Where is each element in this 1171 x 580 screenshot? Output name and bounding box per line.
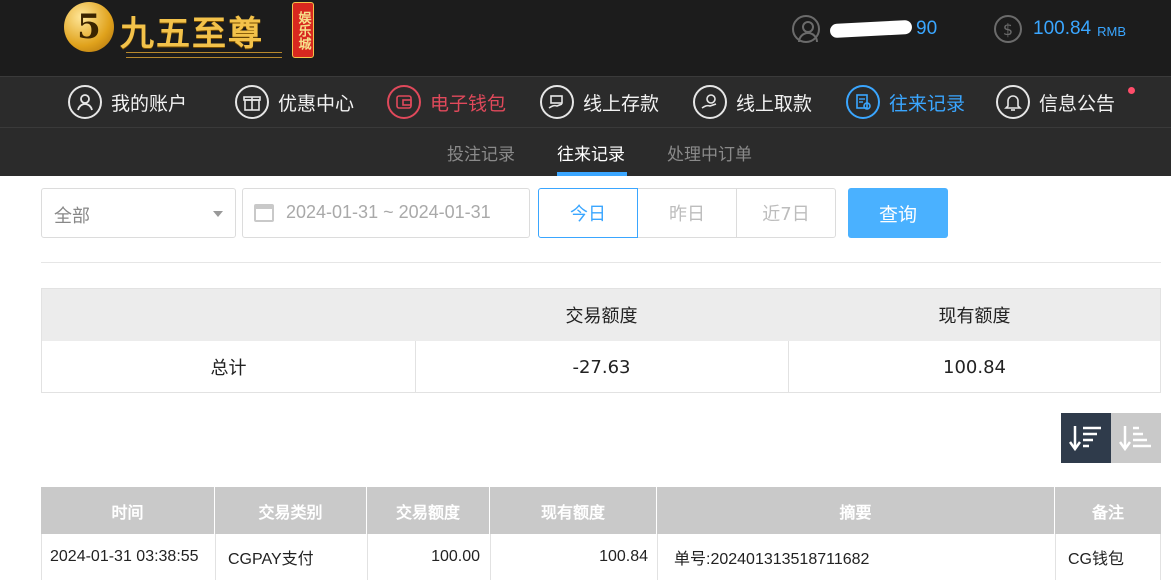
logo-text: 九五至尊 — [120, 14, 264, 54]
cell-remarks: CG钱包 — [1068, 551, 1125, 568]
nav-label: 线上取款 — [736, 92, 813, 115]
tab-bet-records[interactable]: 投注记录 — [447, 140, 515, 165]
balance-currency: RMB — [1097, 23, 1127, 39]
col-type: 交易类别 — [258, 502, 323, 522]
records-table-header: 时间 交易类别 交易额度 现有额度 摘要 备注 — [41, 487, 1161, 534]
nav-label: 线上存款 — [583, 92, 660, 115]
user-account[interactable]: 90 — [792, 14, 937, 44]
logo-badge: 娱乐城 — [292, 2, 314, 58]
select-value: 全部 — [54, 206, 90, 227]
col-remarks: 备注 — [1091, 502, 1124, 522]
sub-tabs: 投注记录 往来记录 处理中订单 — [0, 128, 1171, 176]
divider — [41, 262, 1161, 263]
date-range-value: 2024-01-31 ~ 2024-01-31 — [286, 202, 491, 222]
user-icon — [68, 85, 102, 119]
user-icon — [792, 15, 820, 43]
nav-label: 往来记录 — [889, 92, 966, 115]
nav-announcements[interactable]: 信息公告 — [996, 85, 1115, 119]
col-time: 时间 — [111, 502, 144, 522]
quick-7days-button[interactable]: 近7日 — [736, 188, 836, 238]
nav-label: 信息公告 — [1039, 92, 1116, 115]
col-amount: 交易额度 — [395, 502, 460, 522]
summary-col-amount: 交易额度 — [565, 306, 638, 327]
nav-label: 我的账户 — [111, 92, 188, 115]
top-header: 5 九五至尊 娱乐城 90 $ 100.84 RMB — [0, 0, 1171, 76]
calendar-icon — [254, 204, 274, 222]
nav-label: 优惠中心 — [278, 92, 355, 115]
main-nav: 我的账户 优惠中心 电子钱包 线上存款 线上取款 往来记录 信息公告 — [0, 76, 1171, 128]
chevron-down-icon — [213, 211, 223, 217]
nav-online-deposit[interactable]: 线上存款 — [540, 85, 659, 119]
withdraw-icon — [693, 85, 727, 119]
sort-asc-icon — [1119, 426, 1151, 452]
quick-today-button[interactable]: 今日 — [538, 188, 638, 238]
table-row[interactable]: 2024-01-31 03:38:55 CGPAY支付 100.00 100.8… — [41, 534, 1161, 580]
nav-label: 电子钱包 — [430, 92, 507, 115]
nav-online-withdraw[interactable]: 线上取款 — [693, 85, 812, 119]
nav-transaction-records[interactable]: 往来记录 — [846, 85, 965, 119]
cell-amount: 100.00 — [431, 548, 480, 565]
transaction-type-select[interactable]: 全部 — [41, 188, 236, 238]
cell-divider — [657, 534, 658, 580]
tab-transaction-records[interactable]: 往来记录 — [557, 140, 625, 165]
balance-display: $ 100.84 RMB — [994, 14, 1126, 44]
logo-mark: 5 — [64, 2, 114, 52]
summary-total-balance: 100.84 — [943, 356, 1006, 378]
logo-ornament — [126, 52, 282, 58]
nav-e-wallet[interactable]: 电子钱包 — [387, 85, 506, 119]
notification-dot — [1128, 87, 1135, 94]
records-icon — [846, 85, 880, 119]
cell-divider — [1055, 534, 1056, 580]
col-balance: 现有额度 — [540, 502, 605, 522]
col-summary: 摘要 — [839, 502, 872, 522]
cell-type: CGPAY支付 — [228, 551, 314, 568]
cell-divider — [215, 534, 216, 580]
wallet-icon — [387, 85, 421, 119]
sort-desc-icon — [1069, 426, 1101, 452]
sort-ascending-button[interactable] — [1111, 413, 1161, 463]
cell-summary: 单号:20240131351871168​2 — [674, 551, 870, 568]
bell-icon — [996, 85, 1030, 119]
summary-table: 交易额度 现有额度 总计 -27.63 100.84 — [41, 288, 1161, 393]
summary-total-amount: -27.63 — [572, 356, 631, 378]
balance-amount: 100.84 — [1033, 18, 1092, 39]
gift-icon — [235, 85, 269, 119]
deposit-icon — [540, 85, 574, 119]
summary-col-balance: 现有额度 — [938, 306, 1011, 327]
cell-balance: 100.84 — [599, 548, 648, 565]
site-logo[interactable]: 5 九五至尊 娱乐城 — [62, 0, 318, 64]
active-tab-indicator — [557, 172, 627, 176]
nav-my-account[interactable]: 我的账户 — [68, 85, 187, 119]
nav-promotions[interactable]: 优惠中心 — [235, 85, 354, 119]
quick-yesterday-button[interactable]: 昨日 — [637, 188, 737, 238]
search-button[interactable]: 查询 — [848, 188, 948, 238]
dollar-icon: $ — [994, 15, 1022, 43]
sort-descending-button[interactable] — [1061, 413, 1111, 463]
tab-pending-orders[interactable]: 处理中订单 — [667, 140, 752, 165]
date-range-picker[interactable]: 2024-01-31 ~ 2024-01-31 — [242, 188, 530, 238]
username: 90 — [829, 18, 937, 40]
summary-total-label: 总计 — [210, 358, 247, 379]
cell-time: 2024-01-31 03:38:55 — [50, 548, 199, 565]
